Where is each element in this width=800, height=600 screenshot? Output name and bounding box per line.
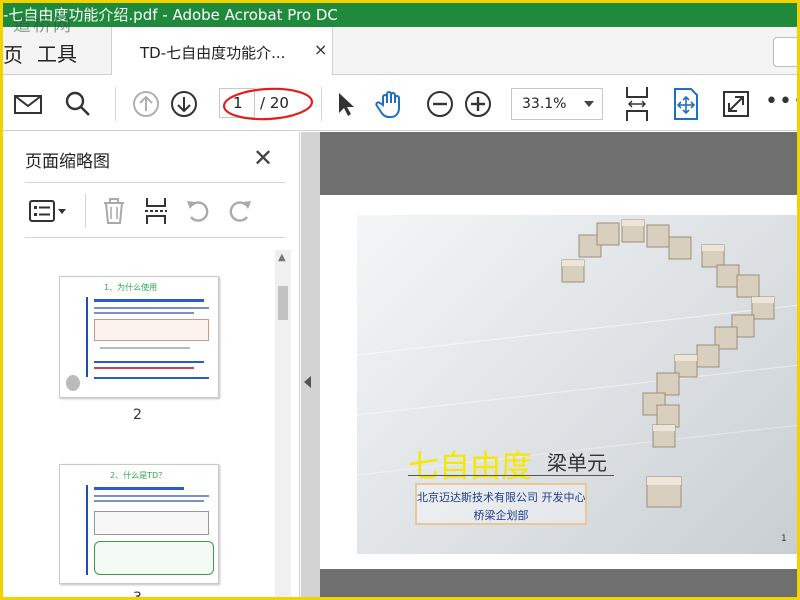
app-window: -七自由度功能介绍.pdf - Adobe Acrobat Pro DC 页 工… — [3, 3, 797, 597]
thumbnail-text-line — [94, 495, 209, 497]
thumbnail-panel: 页面缩略图 ✕ ▲ 1、为什么使用 2 2、什么是TD？ — [3, 132, 300, 597]
tab-tools[interactable]: 工具 — [37, 38, 77, 67]
slide-cover: 七自由度 梁单元 北京迈达斯技术有限公司 开发中心 桥梁企划部 1 — [357, 215, 797, 554]
search-icon[interactable] — [63, 89, 93, 119]
trash-icon[interactable] — [99, 196, 129, 226]
rotate-left-icon[interactable] — [183, 196, 213, 226]
thumbnail-text-line — [94, 312, 194, 314]
thumbnail-text-line — [100, 347, 190, 349]
thumbnail-heading: 2、什么是TD？ — [110, 471, 167, 480]
toolbar-separator — [115, 87, 116, 121]
thumbnail-text-line — [94, 377, 209, 379]
scroll-up-icon[interactable]: ▲ — [278, 252, 286, 263]
tab-document[interactable]: TD-七自由度功能介... × — [111, 27, 333, 75]
zoom-level-value: 33.1% — [522, 96, 567, 112]
scrollbar-thumb[interactable] — [278, 286, 288, 320]
slide-title-underline — [408, 475, 614, 476]
toolbar: 1 / 20 33.1% •• — [3, 75, 797, 131]
pdf-page-1: 七自由度 梁单元 北京迈达斯技术有限公司 开发中心 桥梁企划部 1 — [320, 195, 797, 569]
document-viewport[interactable]: 七自由度 梁单元 北京迈达斯技术有限公司 开发中心 桥梁企划部 1 — [301, 132, 797, 597]
red-annotation-ellipse — [222, 87, 314, 121]
thumbnail-text-line — [94, 361, 204, 363]
zoom-out-icon[interactable] — [425, 89, 455, 119]
panel-divider — [25, 237, 285, 238]
help-button[interactable] — [773, 37, 797, 67]
thumbnail-page-label: 3 — [133, 590, 142, 597]
thumbnail-heading: 1、为什么使用 — [104, 283, 158, 292]
title-bar: -七自由度功能介绍.pdf - Adobe Acrobat Pro DC — [3, 3, 797, 27]
slide-department: 桥梁企划部 — [473, 509, 529, 522]
thumbnail-page-label: 2 — [133, 407, 142, 423]
collapse-panel-icon[interactable] — [304, 376, 311, 388]
mail-icon[interactable] — [13, 89, 43, 119]
rotate-right-icon[interactable] — [225, 196, 255, 226]
chevron-down-icon — [584, 101, 594, 107]
options-icon[interactable] — [27, 196, 71, 226]
panel-divider — [25, 182, 285, 183]
panel-title: 页面缩略图 — [25, 152, 110, 172]
slide-page-number: 1 — [781, 534, 787, 544]
thumbnail-rule — [86, 297, 88, 377]
slide-company: 北京迈达斯技术有限公司 开发中心 — [417, 491, 586, 504]
thumbnail-text-line — [94, 487, 184, 490]
zoom-level-select[interactable]: 33.1% — [511, 88, 603, 120]
panel-close-icon[interactable]: ✕ — [253, 144, 273, 172]
insert-page-icon[interactable] — [141, 196, 171, 226]
slide-title-highlight: 七自由度 — [408, 449, 532, 485]
thumbnail-rule — [86, 485, 88, 575]
slide-title-rest: 梁单元 — [547, 451, 607, 475]
thumbnail-text-line — [94, 367, 194, 369]
page-gap — [320, 569, 797, 597]
thumbnail-image — [66, 375, 80, 391]
toolbar-separator — [321, 87, 322, 121]
thumbnail-scrollbar[interactable]: ▲ — [275, 250, 291, 597]
more-icon[interactable]: ••• — [765, 89, 797, 114]
thumbnail-page-3[interactable]: 2、什么是TD？ — [59, 464, 219, 584]
thumbnail-page-2[interactable]: 1、为什么使用 — [59, 276, 219, 398]
tab-close-button[interactable]: × — [314, 40, 327, 59]
zoom-in-icon[interactable] — [463, 89, 493, 119]
page-gap — [320, 132, 797, 195]
thumbnail-figure — [94, 319, 209, 341]
slide-company-box: 北京迈达斯技术有限公司 开发中心 桥梁企划部 — [415, 483, 587, 525]
thumbnail-text-line — [94, 500, 204, 502]
watermark-logo: 道桥网 — [13, 15, 73, 36]
thumbnail-figure — [94, 541, 214, 575]
thumbnail-text-line — [94, 299, 204, 302]
tab-document-label: TD-七自由度功能介... — [140, 44, 286, 62]
fullscreen-icon[interactable] — [721, 89, 751, 119]
thumbnail-figure — [94, 511, 209, 535]
panel-separator — [85, 194, 86, 228]
tab-home-partial[interactable]: 页 — [3, 39, 23, 68]
hand-tool-icon[interactable] — [375, 89, 409, 119]
thumbnail-text-line — [94, 307, 209, 309]
page-down-icon[interactable] — [169, 89, 199, 119]
page-up-icon[interactable] — [131, 89, 161, 119]
tab-bar: 页 工具 TD-七自由度功能介... × — [3, 27, 797, 75]
fit-page-icon[interactable] — [671, 87, 701, 121]
select-arrow-icon[interactable] — [331, 89, 361, 119]
fit-width-icon[interactable] — [621, 85, 653, 123]
